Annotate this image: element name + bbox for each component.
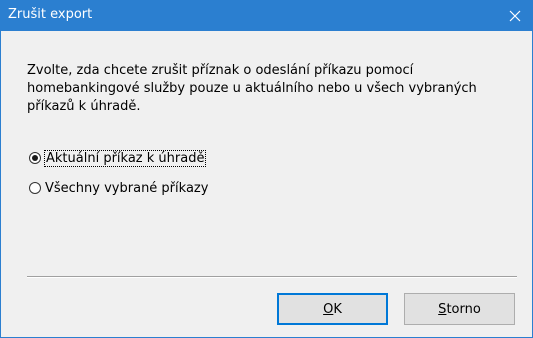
- ok-button-label: K: [333, 301, 342, 317]
- option-current-order-label[interactable]: Aktuální příkaz k úhradě: [43, 149, 207, 167]
- cancel-button[interactable]: Storno: [404, 293, 515, 325]
- option-all-selected-label[interactable]: Všechny vybrané příkazy: [45, 181, 208, 196]
- ok-button-mnemonic: O: [323, 301, 334, 317]
- radio-all-selected[interactable]: [29, 182, 41, 194]
- cancel-button-label: torno: [446, 301, 481, 317]
- dialog-message: Zvolte, zda chcete zrušit příznak o odes…: [27, 63, 477, 114]
- radio-current-order[interactable]: [29, 152, 41, 164]
- title-bar[interactable]: Zrušit export: [1, 1, 532, 31]
- option-all-selected[interactable]: Všechny vybrané příkazy: [29, 179, 208, 197]
- dialog-title: Zrušit export: [8, 7, 93, 22]
- option-current-order[interactable]: Aktuální příkaz k úhradě: [29, 149, 207, 167]
- cancel-export-dialog: Zrušit export Zvolte, zda chcete zrušit …: [0, 0, 533, 338]
- cancel-button-mnemonic: S: [438, 301, 447, 317]
- separator: [27, 276, 517, 278]
- close-icon: [509, 10, 521, 22]
- ok-button[interactable]: OK: [277, 293, 388, 325]
- close-button[interactable]: [498, 1, 532, 31]
